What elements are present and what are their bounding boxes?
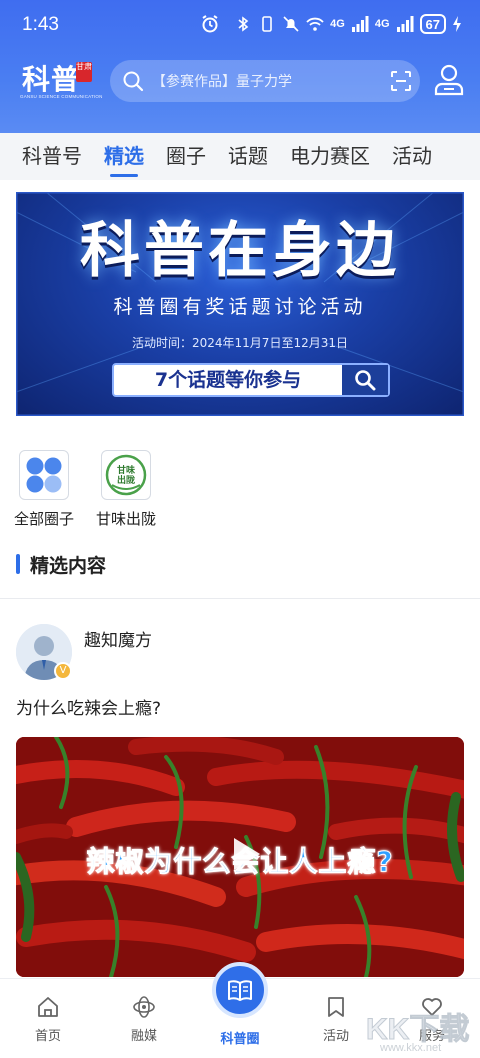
app-screen: 1:43 4G 4G 67 科普 甘肃 GANSU SCIENCE COMMUN… — [0, 0, 480, 1058]
nav-kepu-circle[interactable] — [212, 962, 268, 1018]
bookmark-icon — [328, 997, 344, 1017]
tab-circles[interactable]: 圈子 — [166, 133, 206, 180]
battery-indicator: 67 — [419, 14, 446, 34]
channel-tabs: 科普号 精选 圈子 话题 电力赛区 活动 — [0, 133, 480, 180]
circle-item-all[interactable]: 全部圈子 — [8, 450, 80, 529]
logo-text: 科普 — [22, 63, 81, 96]
signal-1-icon — [351, 16, 369, 32]
circle-label: 全部圈子 — [13, 510, 74, 528]
tab-featured[interactable]: 精选 — [104, 133, 144, 180]
post-video-thumbnail[interactable]: 辣椒为什么会让人上瘾? — [16, 737, 464, 977]
nav-kepu-circle-label: 科普圈 — [220, 1032, 260, 1047]
watermark: KK下载 www.kkx.net — [362, 1004, 480, 1058]
svg-text:出陇: 出陇 — [117, 474, 135, 486]
banner-search-button[interactable] — [342, 365, 388, 395]
post-title[interactable]: 为什么吃辣会上瘾? — [16, 694, 161, 719]
signal-2-icon — [396, 16, 414, 32]
tab-kepuhao[interactable]: 科普号 — [22, 133, 82, 180]
nav-activities[interactable]: 活动 — [306, 995, 366, 1044]
user-profile-icon[interactable] — [434, 64, 464, 96]
search-icon — [123, 71, 144, 92]
play-icon[interactable] — [222, 832, 266, 876]
search-icon — [355, 370, 376, 391]
alarm-icon — [202, 15, 218, 33]
section-accent-bar — [16, 554, 20, 574]
ganwei-logo-icon: 甘味 出陇 — [101, 450, 151, 500]
banner-subtitle: 科普圈有奖话题讨论活动 — [113, 296, 367, 318]
banner-cta-label: 7个话题等你参与 — [154, 369, 302, 391]
svg-text:甘味: 甘味 — [117, 464, 135, 476]
divider — [0, 598, 480, 599]
tab-topics[interactable]: 话题 — [228, 133, 268, 180]
search-bar[interactable]: 【参赛作品】量子力学 — [110, 60, 420, 102]
book-icon — [228, 980, 252, 1001]
nav-home[interactable]: 首页 — [18, 995, 78, 1044]
scan-icon[interactable] — [390, 70, 412, 92]
vibrate-icon — [262, 16, 272, 32]
logo-seal: 甘肃 — [76, 62, 92, 82]
watermark-url: www.kkx.net — [380, 1042, 442, 1054]
promo-banner[interactable]: 科普在身边 科普圈有奖话题讨论活动 活动时间：2024年11月7日至12月31日… — [16, 192, 464, 416]
nav-label: 首页 — [34, 1029, 61, 1044]
signal-1-label: 4G — [330, 18, 345, 30]
bluetooth-icon — [238, 16, 249, 32]
status-bar: 1:43 4G 4G 67 — [0, 0, 480, 50]
header: 1:43 4G 4G 67 科普 甘肃 GANSU SCIENCE COMMUN… — [0, 0, 480, 133]
verified-badge: V — [54, 662, 72, 680]
nav-media[interactable]: 融媒 — [114, 995, 174, 1044]
search-placeholder: 【参赛作品】量子力学 — [152, 74, 292, 90]
media-icon — [133, 996, 155, 1018]
nav-label: 融媒 — [130, 1029, 157, 1044]
banner-date: 活动时间：2024年11月7日至12月31日 — [132, 336, 348, 350]
circle-label: 甘味出陇 — [95, 510, 156, 528]
status-right: 4G 4G 67 — [234, 14, 462, 34]
banner-title: 科普在身边 — [80, 216, 400, 286]
section-header: 精选内容 — [16, 551, 106, 577]
section-title: 精选内容 — [30, 554, 107, 577]
wifi-icon — [306, 17, 324, 31]
circle-item-ganwei[interactable]: 甘味 出陇 甘味出陇 — [90, 450, 162, 529]
signal-2-label: 4G — [374, 18, 390, 30]
status-time: 1:43 — [22, 14, 59, 35]
logo-subtitle: GANSU SCIENCE COMMUNICATION — [20, 94, 103, 99]
home-icon — [38, 997, 58, 1017]
tab-power-division[interactable]: 电力赛区 — [290, 133, 370, 180]
nav-label: 活动 — [322, 1029, 349, 1044]
tab-activities[interactable]: 活动 — [392, 133, 432, 180]
mute-icon — [283, 16, 299, 32]
post-author[interactable]: 趣知魔方 — [84, 626, 152, 651]
charging-icon — [453, 16, 461, 32]
banner-cta[interactable]: 7个话题等你参与 — [112, 363, 390, 397]
app-logo[interactable]: 科普 甘肃 GANSU SCIENCE COMMUNICATION — [20, 58, 103, 104]
battery-level: 67 — [425, 16, 440, 32]
grid-icon — [19, 450, 69, 500]
